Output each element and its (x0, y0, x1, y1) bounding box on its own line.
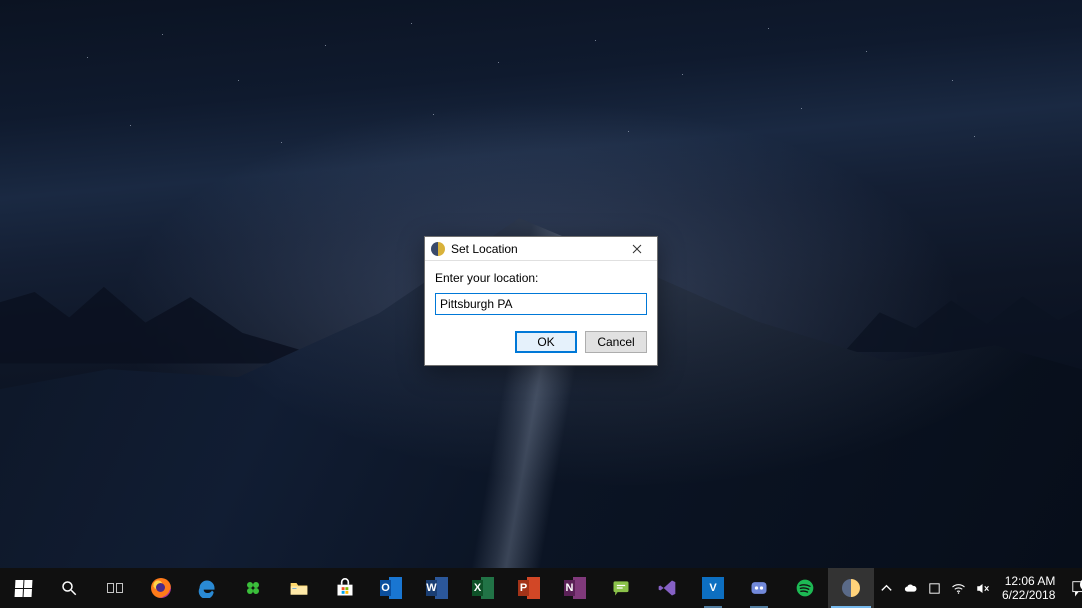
excel-icon: X (472, 577, 494, 599)
clover-icon (242, 577, 264, 599)
taskbar: O W X P N (0, 568, 1082, 608)
visual-studio-icon (656, 577, 678, 599)
taskbar-app-excel[interactable]: X (460, 568, 506, 608)
vs-code-icon: V (702, 577, 724, 599)
system-tray: 12:06 AM 6/22/2018 1 (874, 568, 1082, 608)
wifi-icon (951, 581, 966, 596)
set-location-dialog: Set Location Enter your location: OK Can… (424, 236, 658, 366)
taskbar-app-file-explorer[interactable] (276, 568, 322, 608)
taskbar-app-chat[interactable] (598, 568, 644, 608)
task-view-button[interactable] (92, 568, 138, 608)
ok-button[interactable]: OK (515, 331, 577, 353)
dialog-prompt: Enter your location: (435, 271, 647, 285)
discord-icon (748, 577, 770, 599)
square-icon (927, 581, 942, 596)
taskbar-app-flux[interactable] (828, 568, 874, 608)
start-button[interactable] (0, 568, 46, 608)
cancel-button[interactable]: Cancel (585, 331, 647, 353)
edge-icon (196, 577, 218, 599)
location-input[interactable] (435, 293, 647, 315)
taskbar-clock[interactable]: 12:06 AM 6/22/2018 (994, 574, 1063, 603)
taskbar-app-spotify[interactable] (782, 568, 828, 608)
tray-overflow-button[interactable] (874, 568, 898, 608)
desktop-wallpaper[interactable]: Set Location Enter your location: OK Can… (0, 0, 1082, 568)
task-view-icon (104, 577, 126, 599)
taskbar-app-clover[interactable] (230, 568, 276, 608)
chevron-up-icon (879, 581, 894, 596)
folder-icon (288, 577, 310, 599)
firefox-icon (150, 577, 172, 599)
taskbar-app-word[interactable]: W (414, 568, 460, 608)
flux-icon (840, 577, 862, 599)
clock-date: 6/22/2018 (1002, 588, 1055, 602)
chat-icon (610, 577, 632, 599)
tray-app[interactable] (922, 568, 946, 608)
taskbar-app-store[interactable] (322, 568, 368, 608)
close-icon (632, 244, 642, 254)
taskbar-app-outlook[interactable]: O (368, 568, 414, 608)
tray-volume[interactable] (970, 568, 994, 608)
powerpoint-icon: P (518, 577, 540, 599)
cloud-icon (903, 581, 918, 596)
dialog-titlebar[interactable]: Set Location (425, 237, 657, 261)
onenote-icon: N (564, 577, 586, 599)
windows-logo-icon (12, 577, 34, 599)
word-icon: W (426, 577, 448, 599)
tray-wifi[interactable] (946, 568, 970, 608)
search-button[interactable] (46, 568, 92, 608)
spotify-icon (794, 577, 816, 599)
taskbar-app-onenote[interactable]: N (552, 568, 598, 608)
taskbar-app-visual-studio[interactable] (644, 568, 690, 608)
search-icon (58, 577, 80, 599)
taskbar-app-edge[interactable] (184, 568, 230, 608)
volume-mute-icon (975, 581, 990, 596)
close-button[interactable] (617, 237, 657, 261)
taskbar-app-powerpoint[interactable]: P (506, 568, 552, 608)
tray-onedrive[interactable] (898, 568, 922, 608)
clock-time: 12:06 AM (1005, 574, 1056, 588)
taskbar-app-vs-code[interactable]: V (690, 568, 736, 608)
action-center-button[interactable]: 1 (1063, 579, 1082, 597)
app-icon (431, 242, 445, 256)
store-icon (334, 577, 356, 599)
taskbar-app-discord[interactable] (736, 568, 782, 608)
taskbar-app-firefox[interactable] (138, 568, 184, 608)
outlook-icon: O (380, 577, 402, 599)
dialog-title: Set Location (451, 242, 617, 256)
